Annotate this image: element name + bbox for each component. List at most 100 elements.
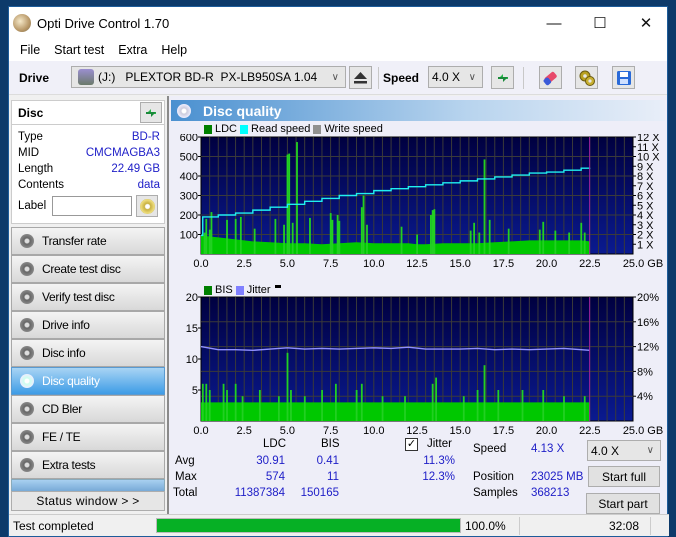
disc-icon (20, 346, 34, 360)
start-part-button[interactable]: Start part (586, 493, 660, 514)
eject-button[interactable] (349, 66, 372, 89)
nav-verify-test-disc[interactable]: Verify test disc (11, 283, 165, 311)
bis-chart: 0.0 2.5 5.0 7.5 10.0 12.5 15.0 17.5 20.0 22.5 25.0… (186, 292, 663, 436)
disc-label-input[interactable] (52, 196, 133, 216)
x-tick-label: 5.0 (280, 258, 295, 270)
test-speed-value: 4.0 X (591, 443, 620, 458)
settings-button[interactable] (575, 66, 598, 89)
maximize-button[interactable]: ☐ (577, 7, 623, 39)
gears-icon (579, 70, 595, 86)
bis-spike (303, 396, 306, 421)
nav-transfer-rate[interactable]: Transfer rate (11, 227, 165, 255)
stats-total-label: Total (173, 487, 198, 499)
stats-header-bis: BIS (321, 438, 340, 450)
window-title: Opti Drive Control 1.70 (37, 15, 170, 31)
ldc-spike (580, 222, 583, 254)
bis-spike (334, 383, 337, 421)
status-divider (519, 517, 520, 535)
floppy-save-icon (616, 70, 631, 85)
x-tick-label: 25.0 GB (623, 258, 663, 270)
close-button[interactable]: ✕ (623, 7, 669, 39)
nav-fe-te[interactable]: FE / TE (11, 423, 165, 451)
disc-type-value: BD-R (131, 131, 160, 143)
menu-help[interactable]: Help (154, 43, 194, 57)
ldc-spike (478, 232, 481, 254)
bis-spike (462, 396, 465, 421)
x-tick-label: 22.5 (579, 425, 600, 436)
refresh-button[interactable] (491, 66, 514, 89)
status-window-button[interactable]: Status window > > (11, 491, 165, 511)
x-tick-label: 12.5 (406, 425, 427, 436)
chevron-down-icon: ∨ (331, 71, 339, 83)
status-divider (650, 517, 651, 535)
menu-start-test[interactable]: Start test (47, 43, 111, 57)
legend-marker (274, 284, 281, 288)
x-tick-label: 2.5 (237, 425, 252, 436)
nav-disc-quality[interactable]: Disc quality (11, 367, 165, 395)
disc-row-length: Length 22.49 GB (12, 161, 164, 177)
bis-spike (201, 383, 204, 421)
drive-select[interactable]: (J:) PLEXTOR BD-R PX-LB950SA 1.04 ∨ (71, 66, 346, 88)
title-bar: Opti Drive Control 1.70 — ☐ ✕ (9, 7, 667, 39)
bis-spike (404, 396, 406, 421)
erase-button[interactable] (539, 66, 562, 89)
test-speed-select[interactable]: 4.0 X ∨ (587, 440, 661, 461)
ldc-spike (205, 218, 208, 254)
ldc-spike (234, 218, 237, 254)
nav-label: Drive info (42, 318, 90, 332)
nav-extra-tests[interactable]: Extra tests (11, 451, 165, 479)
nav-label: Disc quality (42, 374, 100, 388)
disc-contents-value: data (137, 179, 160, 191)
bis-spike (521, 390, 524, 421)
x-tick-label: 17.5 (493, 425, 514, 436)
disc-icon (20, 234, 34, 248)
stats-speed-value: 4.13 X (531, 443, 565, 455)
start-full-button[interactable]: Start full (588, 466, 660, 487)
ldc-spike (336, 215, 339, 254)
disc-quality-icon (177, 103, 191, 118)
cd-icon (139, 198, 155, 214)
disc-label-button[interactable] (136, 195, 159, 217)
y-left-tick-label: 600 (180, 134, 198, 144)
x-tick-label: 15.0 (449, 425, 470, 436)
speed-label: Speed (383, 70, 420, 85)
stats-avg-label: Avg (175, 455, 195, 467)
disc-length-value: 22.49 GB (111, 163, 160, 175)
eject-icon (354, 72, 367, 84)
legend-swatch-read-speed (240, 124, 249, 134)
nav-create-test-disc[interactable]: Create test disc (11, 255, 165, 283)
disc-refresh-button[interactable] (140, 102, 162, 123)
disc-row-contents: Contents data (12, 177, 164, 193)
menu-file[interactable]: File (13, 43, 47, 57)
x-tick-label: 17.5 (493, 258, 514, 270)
ldc-spike (296, 142, 298, 254)
jitter-checkbox[interactable]: ✓ (405, 438, 418, 451)
save-button[interactable] (612, 66, 635, 89)
bis-spike (222, 383, 225, 421)
nav-drive-info[interactable]: Drive info (11, 311, 165, 339)
y-right-tick-label: 12 X (637, 134, 660, 144)
disc-row-type: Type BD-R (12, 129, 164, 145)
panel-title: Disc quality (203, 102, 282, 119)
y-right-tick-label: 4% (637, 391, 653, 403)
chevron-down-icon: ∨ (646, 445, 654, 456)
x-tick-label: 7.5 (323, 258, 338, 270)
stats-speed-label: Speed (473, 443, 507, 455)
minimize-button[interactable]: — (531, 7, 577, 39)
status-bar: Test completed 100.0% 32:08 (9, 514, 669, 536)
ldc-spike (507, 228, 510, 254)
ldc-spike (239, 216, 242, 254)
nav-label: Extra tests (42, 458, 96, 472)
speed-select[interactable]: 4.0 X ∨ (428, 66, 483, 88)
menu-extra[interactable]: Extra (111, 43, 154, 57)
x-tick-label: 20.0 (536, 425, 557, 436)
nav-disc-info[interactable]: Disc info (11, 339, 165, 367)
bis-spike (381, 396, 384, 421)
ldc-spike (430, 215, 432, 254)
y-right-tick-label: 16% (637, 317, 659, 329)
disc-icon (20, 430, 34, 444)
nav-cd-bler[interactable]: CD Bler (11, 395, 165, 423)
ldc-spike (538, 229, 541, 254)
app-window: Opti Drive Control 1.70 — ☐ ✕ File Start… (8, 6, 669, 537)
ldc-spike (433, 209, 436, 254)
